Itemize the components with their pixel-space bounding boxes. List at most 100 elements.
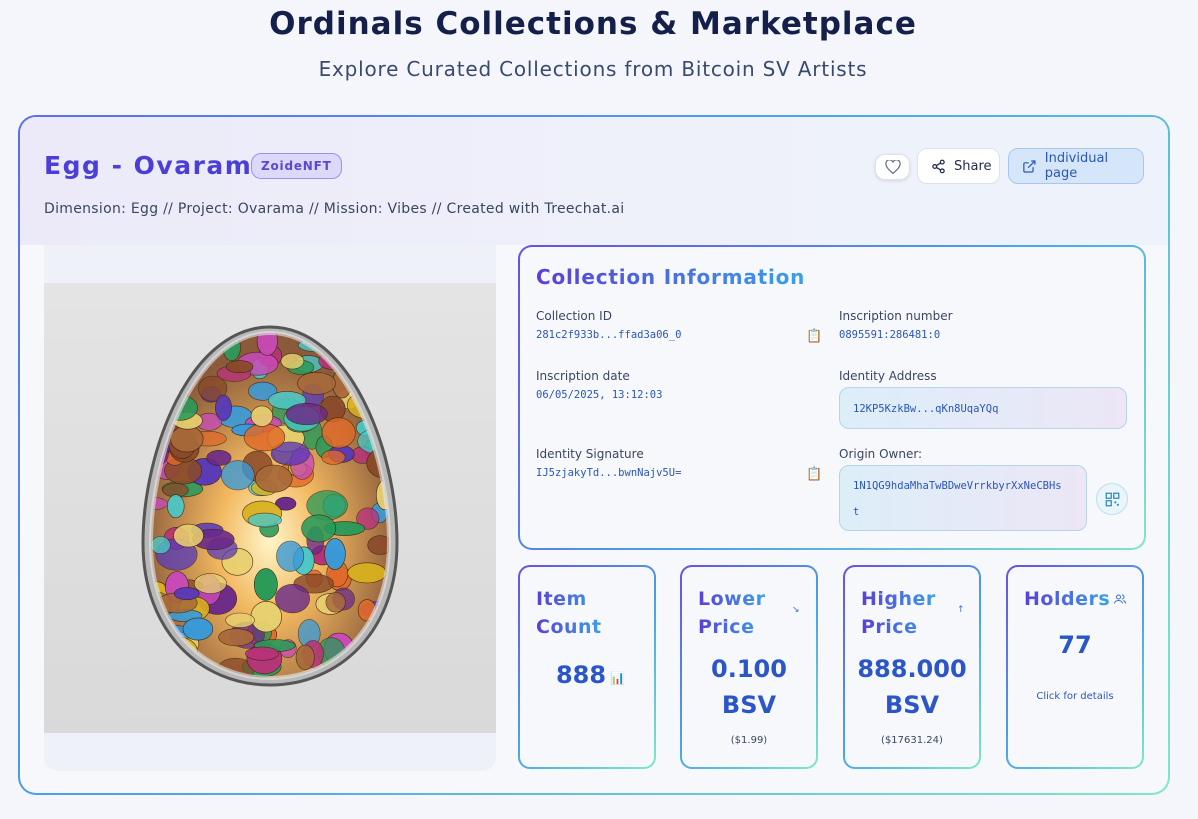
pebble-shape [373,391,389,405]
like-button[interactable] [875,154,910,180]
external-link-icon [1023,159,1036,173]
pebble-shape [167,333,204,358]
pebble-shape [170,425,204,453]
origin-owner-line-1: 1N1QG9hdaMhaTwBDweVrrkbyrXxNeCBHs [853,480,1062,492]
holders-value: 77 [1058,631,1092,659]
identity-signature-label: Identity Signature [536,447,644,461]
holders-details-link[interactable]: Click for details [1008,691,1142,702]
inscription-number-label: Inscription number [839,309,953,323]
pebble-shape [280,353,305,370]
collection-id-label: Collection ID [536,309,612,323]
pebble-shape [221,460,255,491]
identity-address-label: Identity Address [839,369,937,383]
item-count-value: 888 [555,661,607,689]
lower-price-stat: Lower Price ↘ 0.100 BSV ($1.99) [680,565,818,769]
individual-page-button[interactable]: Individual page [1008,148,1144,184]
pebble-shape [151,661,172,678]
pebble-shape [151,536,171,555]
pebble-shape [162,351,185,371]
trend-down-icon: ↘ [792,605,800,615]
pebble-shape [325,592,346,613]
pebble-shape [363,359,389,374]
origin-owner-label: Origin Owner: [839,447,923,461]
pebble-shape [247,512,282,528]
pebble-shape [295,644,315,670]
page-title: Ordinals Collections & Marketplace [269,6,917,42]
pebble-shape [324,538,346,570]
share-button[interactable]: Share [917,148,1000,184]
higher-price-label: Higher Price [861,585,936,641]
bar-chart-icon: 📊 [610,671,625,685]
pebble-shape [161,368,183,382]
inscription-number-value: 0895591:286481:0 [839,329,941,341]
pebble-shape [174,587,200,601]
holders-stat[interactable]: Holders 77 Click for details [1006,565,1144,769]
share-icon [932,159,945,173]
collection-card: Egg - Ovarama ZoideNFT Dimension: Egg //… [18,115,1170,795]
pebble-shape [297,372,336,395]
pebble-shape [167,494,185,519]
pebble-shape [253,568,278,601]
item-description: Dimension: Egg // Project: Ovarama // Mi… [44,201,625,217]
holders-label: Holders [1024,585,1110,613]
identity-signature-value: IJ5zjakyTd...bwnNajv5U= [536,467,682,479]
higher-price-unit: BSV [884,691,940,719]
item-title: Egg - Ovarama [44,151,271,180]
copy-identity-signature-icon[interactable]: 📋 [806,467,822,483]
pebble-shape [360,649,380,678]
origin-owner-value[interactable]: 1N1QG9hdaMhaTwBDweVrrkbyrXxNeCBHs t [839,465,1087,531]
item-count-stat: Item Count 888 📊 [518,565,656,769]
pebble-shape [321,417,356,449]
pebble-shape [250,405,274,427]
pebble-shape [276,540,305,572]
creator-badge[interactable]: ZoideNFT [251,153,342,179]
lower-price-unit: BSV [721,691,777,719]
inscription-date-label: Inscription date [536,369,630,383]
pebble-shape [243,423,286,452]
pebble-shape [321,449,346,465]
heart-icon [884,160,901,174]
qr-code-icon [1105,492,1119,506]
individual-page-label: Individual page [1044,151,1109,181]
pebble-shape [173,523,204,548]
pebble-shape [151,383,171,417]
higher-price-stat: Higher Price ↑ 888.000 BSV ($17631.24) [843,565,981,769]
lower-price-usd: ($1.99) [730,735,768,746]
collection-info-box: Collection Information Collection ID 281… [518,245,1146,550]
pebble-shape [364,333,389,349]
copy-collection-id-icon[interactable]: 📋 [806,329,822,345]
pebble-shape [250,601,283,633]
qr-code-button[interactable] [1096,483,1128,515]
pebble-shape [345,333,363,365]
pebble-shape [206,449,232,466]
item-count-label: Item Count [536,585,602,641]
share-label: Share [954,158,992,174]
pebble-shape [159,350,198,369]
pebble-shape [285,403,328,426]
page-subtitle: Explore Curated Collections from Bitcoin… [318,57,868,81]
pebble-shape [225,360,254,374]
pebble-shape [193,573,227,594]
pebble-shape [347,562,387,584]
card-header: Egg - Ovarama ZoideNFT Dimension: Egg //… [20,117,1168,245]
lower-price-label: Lower Price [698,585,765,641]
pebble-shape [157,333,189,360]
pebble-shape [352,365,380,383]
origin-owner-line-2: t [853,506,860,518]
pebble-shape [370,633,389,650]
collection-info-title: Collection Information [536,265,806,289]
lower-price-value: 0.100 [711,655,787,683]
pebble-shape [218,628,255,647]
identity-address-value[interactable]: 12KP5KzkBw...qKn8UqaYQq [839,387,1127,429]
pebble-shape [275,584,311,614]
inscription-date-value: 06/05/2025, 13:12:03 [536,389,663,401]
pebble-shape [245,646,279,661]
arrow-up-icon: ↑ [957,605,965,615]
pebble-shape [255,464,293,493]
egg-artwork-image[interactable] [44,283,496,733]
users-icon [1114,594,1126,604]
pebble-shape [301,514,337,543]
pebble-shape [225,612,255,628]
higher-price-value: 888.000 [857,655,967,683]
higher-price-usd: ($17631.24) [881,735,943,746]
